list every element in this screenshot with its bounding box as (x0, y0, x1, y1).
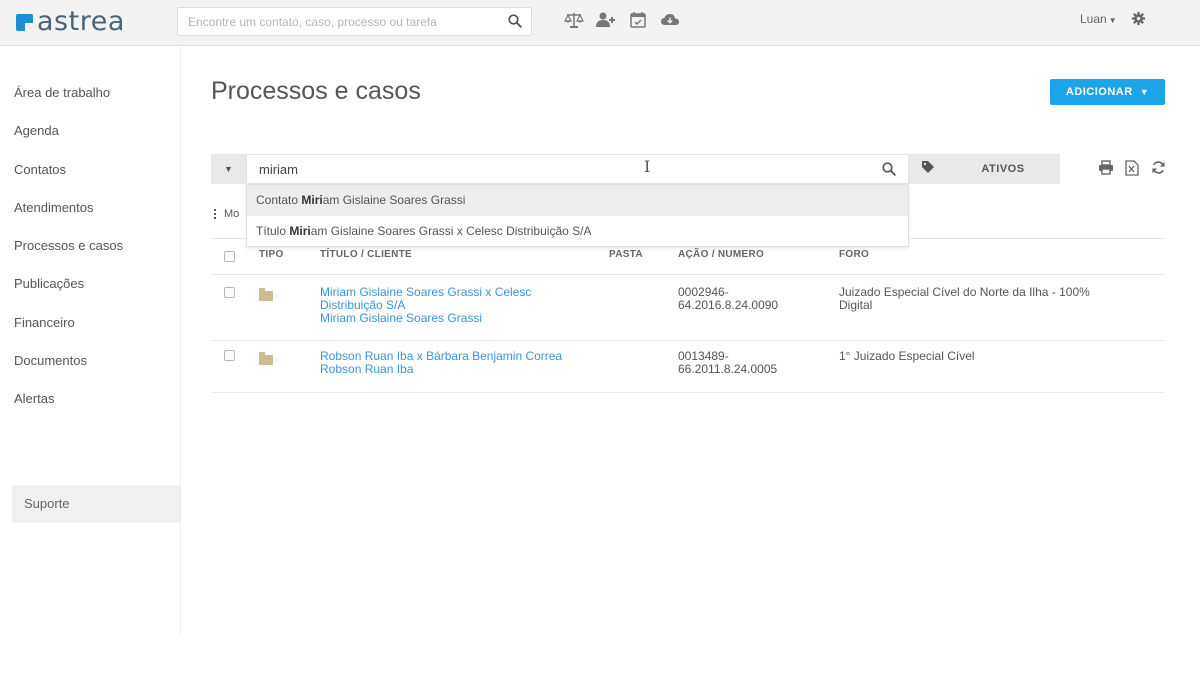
select-all-checkbox[interactable] (224, 251, 235, 262)
support-button[interactable]: Suporte (12, 485, 180, 523)
filter-search: I (246, 154, 909, 184)
table-row[interactable]: Robson Ruan Iba x Bárbara Benjamin Corre… (211, 341, 1165, 393)
column-header-pasta[interactable]: PASTA (609, 249, 643, 260)
calendar-check-icon[interactable] (622, 11, 654, 29)
text-cursor-icon: I (644, 157, 651, 176)
caret-down-icon: ▼ (1139, 87, 1150, 97)
kebab-menu-icon (214, 208, 216, 220)
column-header-titulo[interactable]: TÍTULO / CLIENTE (320, 249, 412, 260)
filter-search-input[interactable] (247, 155, 847, 183)
case-number: 66.2011.8.24.0005 (678, 362, 778, 376)
filter-toggle-button[interactable]: ▼ (211, 154, 246, 184)
sidebar-item-financeiro[interactable]: Financeiro (14, 315, 75, 330)
case-number-cell: 0002946- 64.2016.8.24.0090 (678, 286, 778, 312)
row-checkbox[interactable] (224, 287, 235, 298)
tag-filter-button[interactable] (909, 154, 946, 184)
sidebar-item-area-de-trabalho[interactable]: Área de trabalho (14, 85, 110, 100)
forum-cell: Juizado Especial Cível do Norte da Ilha … (839, 286, 1139, 312)
folder-icon (259, 288, 273, 301)
cases-table: TIPO TÍTULO / CLIENTE PASTA AÇÃO / NUMER… (211, 238, 1165, 393)
client-link[interactable]: Robson Ruan Iba (320, 363, 590, 376)
column-header-tipo[interactable]: TIPO (259, 249, 284, 260)
forum-cell: 1° Juizado Especial Cível (839, 350, 1139, 363)
quick-actions (558, 11, 686, 29)
sidebar: Área de trabalho Agenda Contatos Atendim… (0, 47, 181, 635)
forum-name: Digital (839, 298, 873, 312)
refresh-icon[interactable] (1145, 160, 1171, 176)
top-bar: astrea Luan▼ (0, 0, 1200, 46)
global-search-input[interactable] (178, 8, 488, 35)
table-row[interactable]: Miriam Gislaine Soares Grassi x Celesc D… (211, 275, 1165, 341)
folder-icon (259, 352, 273, 365)
client-link[interactable]: Miriam Gislaine Soares Grassi (320, 312, 570, 325)
excel-export-icon[interactable] (1119, 160, 1145, 176)
print-icon[interactable] (1093, 160, 1119, 176)
gear-icon[interactable] (1131, 11, 1146, 31)
search-suggestions: Contato Miriam Gislaine Soares Grassi Tí… (246, 184, 909, 247)
logo-mark-icon (16, 13, 33, 31)
cloud-icon[interactable] (654, 11, 686, 29)
user-menu[interactable]: Luan ▼ (1080, 12, 1117, 26)
case-title-cell: Robson Ruan Iba x Bárbara Benjamin Corre… (320, 350, 590, 376)
logo[interactable]: astrea (16, 8, 125, 36)
search-icon[interactable] (508, 14, 522, 33)
sidebar-item-documentos[interactable]: Documentos (14, 353, 87, 368)
more-actions[interactable]: Mo (214, 208, 239, 220)
column-header-foro[interactable]: FORO (839, 249, 869, 260)
chevron-down-icon: ▼ (1108, 16, 1117, 25)
case-number-cell: 0013489- 66.2011.8.24.0005 (678, 350, 777, 376)
scales-icon[interactable] (558, 11, 590, 29)
page-title: Processos e casos (211, 77, 421, 105)
add-user-icon[interactable] (590, 11, 622, 29)
status-filter-button[interactable]: ATIVOS (946, 154, 1060, 184)
forum-name: 1° Juizado Especial Cível (839, 349, 975, 363)
filter-bar: ▼ I ATIVOS (211, 154, 1060, 184)
sidebar-item-processos-e-casos[interactable]: Processos e casos (14, 238, 123, 253)
suggestion-item[interactable]: Título Miriam Gislaine Soares Grassi x C… (247, 216, 908, 247)
column-header-acao[interactable]: AÇÃO / NUMERO (678, 249, 764, 260)
global-search (177, 7, 532, 36)
add-button[interactable]: ADICIONAR ▼ (1050, 79, 1165, 105)
table-tools (1093, 160, 1171, 176)
sidebar-item-publicacoes[interactable]: Publicações (14, 276, 84, 291)
sidebar-item-alertas[interactable]: Alertas (14, 391, 54, 406)
forum-name: Juizado Especial Cível do Norte da Ilha … (839, 285, 1090, 299)
logo-text: astrea (37, 6, 125, 37)
case-title-cell: Miriam Gislaine Soares Grassi x Celesc D… (320, 286, 570, 325)
sidebar-item-contatos[interactable]: Contatos (14, 162, 66, 177)
case-number: 64.2016.8.24.0090 (678, 298, 779, 312)
suggestion-item[interactable]: Contato Miriam Gislaine Soares Grassi (247, 185, 908, 216)
tag-icon (921, 160, 935, 179)
caret-down-icon: ▼ (224, 164, 233, 174)
search-icon[interactable] (882, 162, 896, 181)
sidebar-item-agenda[interactable]: Agenda (14, 123, 59, 138)
row-checkbox[interactable] (224, 350, 235, 361)
sidebar-item-atendimentos[interactable]: Atendimentos (14, 200, 94, 215)
add-button-label: ADICIONAR (1065, 86, 1133, 98)
more-actions-label: Mo (224, 208, 240, 220)
user-name: Luan (1080, 12, 1107, 26)
